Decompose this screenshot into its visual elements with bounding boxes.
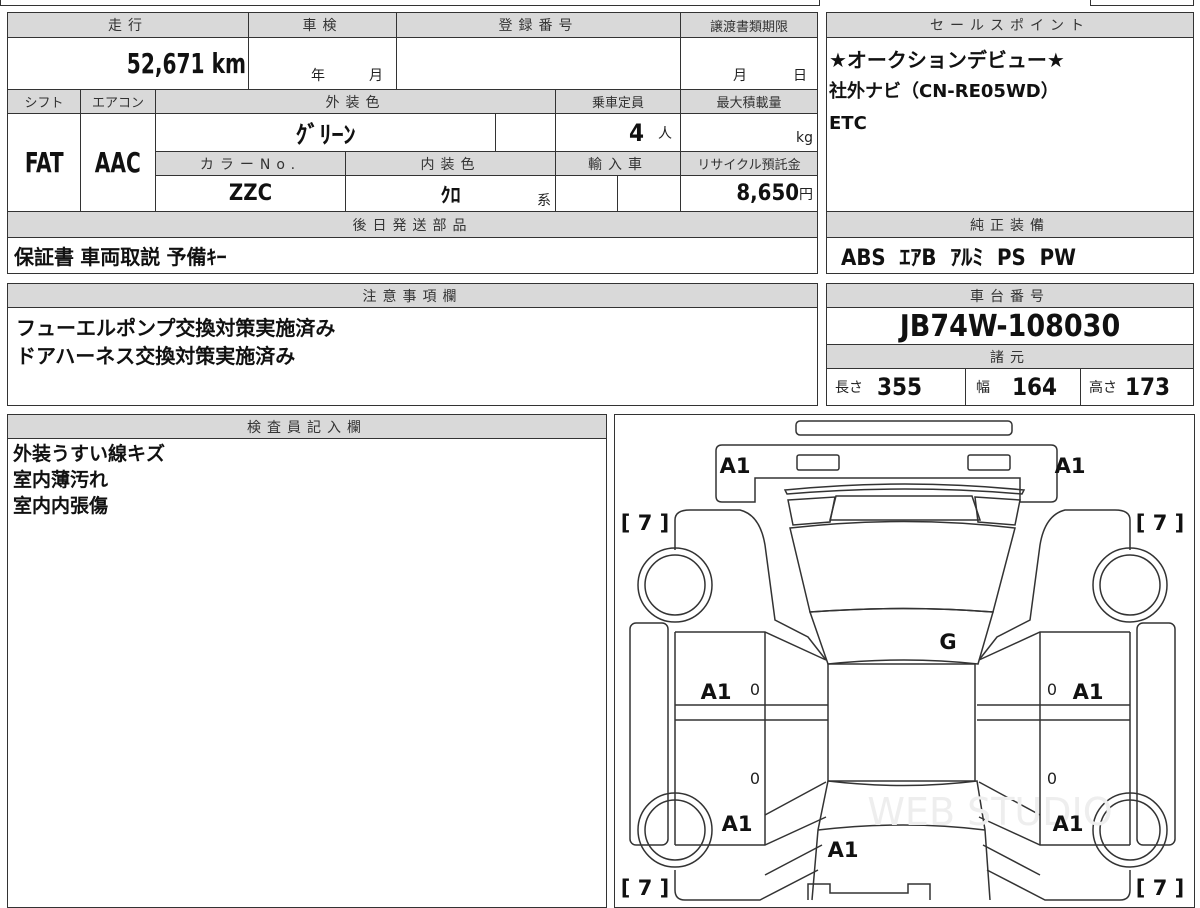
max-load-label: 最大積載量: [680, 89, 818, 114]
inspector-line: 外装うすい線キズ: [13, 443, 166, 465]
aircon-value: AAC: [94, 146, 141, 179]
inspector-label: 検査員記入欄: [7, 414, 607, 439]
height-label: 高さ: [1089, 380, 1117, 396]
aircon-cell: AAC: [80, 113, 156, 212]
sales-point-line: ★オークションデビュー★: [829, 48, 1065, 72]
capacity-label: 乗車定員: [555, 89, 681, 114]
recycle-unit: 円: [799, 186, 813, 203]
mileage-cell: 52,671 km: [7, 37, 249, 90]
width-cell: 幅 164: [965, 368, 1081, 406]
equipment-value: ABS ｴｱB ｱﾙﾐ PS PW: [841, 245, 1076, 271]
mileage-label: 走行: [7, 12, 249, 38]
width-value: 164: [1012, 373, 1058, 401]
length-cell: 長さ 355: [826, 368, 966, 406]
capacity-cell: 4 人: [555, 113, 681, 152]
damage-mark-left-door: A1: [700, 680, 731, 704]
exterior-color-extra: [495, 113, 556, 152]
import-cell-b: [617, 175, 681, 212]
aircon-label: エアコン: [80, 89, 156, 114]
door-handle-mark: 0: [749, 769, 759, 788]
specs-label: 諸元: [826, 344, 1194, 369]
sales-point-cell: ★オークションデビュー★ 社外ナビ（CN-RE05WD） ETC: [826, 37, 1194, 212]
tire-tread-front-left: [ 7 ]: [620, 511, 668, 535]
shift-value: FAT: [24, 146, 64, 179]
height-value: 173: [1125, 373, 1171, 401]
damage-mark-right-door: A1: [1072, 680, 1103, 704]
car-diagram: WEB STUDIO A1 A1 G A1 A1 A1 A1 A1 0 0 0 …: [614, 414, 1195, 908]
deadline-month-unit: 月: [733, 68, 747, 84]
recycle-value: 8,650: [736, 181, 799, 206]
later-parts-label: 後日発送部品: [7, 211, 818, 238]
inspector-line: 室内内張傷: [13, 495, 109, 517]
inspection-year-unit: 年: [311, 68, 325, 84]
equipment-cell: ABS ｴｱB ｱﾙﾐ PS PW: [826, 237, 1194, 274]
exterior-color-value: ｸﾞﾘｰﾝ: [295, 121, 356, 149]
import-cell-a: [555, 175, 618, 212]
sales-point-line: ETC: [829, 113, 867, 134]
capacity-unit: 人: [658, 125, 672, 142]
shift-label: シフト: [7, 89, 81, 114]
chassis-value: JB74W-108030: [899, 308, 1121, 344]
mileage-value: 52,671 km: [126, 47, 246, 80]
deadline-day-unit: 日: [793, 68, 807, 84]
exterior-color-cell: ｸﾞﾘｰﾝ: [155, 113, 496, 152]
later-parts-cell: 保証書 車両取説 予備ｷｰ: [7, 237, 818, 274]
inspection-month-unit: 月: [369, 68, 383, 84]
interior-color-unit: 系: [537, 193, 551, 209]
registration-label: 登録番号: [396, 12, 681, 38]
inspector-line: 室内薄汚れ: [13, 469, 109, 491]
inspector-cell: 外装うすい線キズ 室内薄汚れ 室内内張傷: [7, 438, 607, 908]
damage-mark-front-left: A1: [719, 454, 750, 478]
sales-point-label: セールスポイント: [826, 12, 1194, 38]
equipment-label: 純正装備: [826, 211, 1194, 238]
sales-point-line: 社外ナビ（CN-RE05WD）: [829, 81, 1059, 102]
chassis-label: 車台番号: [826, 283, 1194, 308]
inspection-label: 車検: [248, 12, 397, 38]
inspection-cell: 年 月: [248, 37, 397, 90]
notes-label: 注意事項欄: [7, 283, 818, 308]
cropped-top-row-right: [1090, 0, 1194, 6]
car-outline-icon: WEB STUDIO A1 A1 G A1 A1 A1 A1 A1 0 0 0 …: [620, 419, 1184, 901]
damage-mark-left-rear: A1: [721, 812, 752, 836]
color-no-label: カラーNo.: [155, 151, 346, 176]
shift-cell: FAT: [7, 113, 81, 212]
color-no-cell: ZZC: [155, 175, 346, 212]
note-line: ドアハーネス交換対策実施済み: [16, 344, 296, 368]
height-cell: 高さ 173: [1080, 368, 1194, 406]
interior-color-value: ｸﾛ: [440, 183, 461, 207]
door-handle-mark: 0: [749, 680, 759, 699]
door-handle-mark: 0: [1046, 680, 1056, 699]
door-handle-mark: 0: [1046, 769, 1056, 788]
color-no-value: ZZC: [228, 181, 273, 206]
width-label: 幅: [976, 380, 990, 396]
transfer-deadline-label: 譲渡書類期限: [680, 12, 818, 38]
length-label: 長さ: [835, 380, 863, 396]
length-value: 355: [877, 373, 923, 401]
import-label: 輸入車: [555, 151, 681, 176]
damage-mark-right-rear: A1: [1052, 812, 1083, 836]
max-load-cell: kg: [680, 113, 818, 152]
interior-color-cell: ｸﾛ 系: [345, 175, 556, 212]
note-line: フューエルポンプ交換対策実施済み: [16, 316, 336, 340]
damage-mark-roof-front: G: [939, 630, 956, 654]
transfer-deadline-cell: 月 日: [680, 37, 818, 90]
exterior-color-label: 外装色: [155, 89, 556, 114]
tire-tread-rear-left: [ 7 ]: [620, 876, 668, 900]
max-load-unit: kg: [796, 130, 813, 146]
registration-cell: [396, 37, 681, 90]
tire-tread-front-right: [ 7 ]: [1135, 511, 1183, 535]
interior-color-label: 内装色: [345, 151, 556, 176]
recycle-cell: 8,650 円: [680, 175, 818, 212]
recycle-label: リサイクル預託金: [680, 151, 818, 176]
later-parts-value: 保証書 車両取説 予備ｷｰ: [14, 245, 227, 269]
cropped-top-row: [0, 0, 820, 6]
tire-tread-rear-right: [ 7 ]: [1135, 876, 1183, 900]
damage-mark-rear: A1: [827, 838, 858, 862]
notes-cell: フューエルポンプ交換対策実施済み ドアハーネス交換対策実施済み: [7, 307, 818, 406]
capacity-value: 4: [628, 118, 644, 147]
chassis-cell: JB74W-108030: [826, 307, 1194, 345]
damage-mark-front-right: A1: [1054, 454, 1085, 478]
